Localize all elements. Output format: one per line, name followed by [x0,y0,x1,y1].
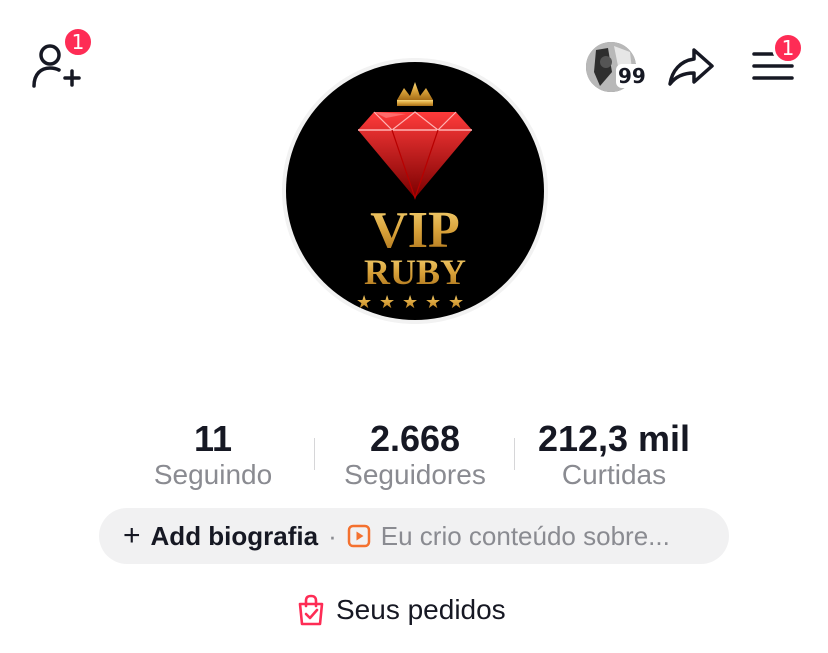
likes-label: Curtidas [561,459,667,490]
profile-stats: 11 Seguindo 2.668 Seguidores 212,3 mil C… [130,420,698,492]
svg-text:★: ★ [448,292,464,313]
plus-icon: + [123,519,141,552]
crown-icon [397,82,433,106]
stat-divider [314,438,315,470]
ruby-gem-icon [358,111,472,200]
separator-dot: · [328,520,337,551]
add-friend-button[interactable]: 1 [30,26,94,90]
orders-label: Seus pedidos [336,594,506,625]
following-label: Seguindo [153,459,273,490]
play-icon [347,524,371,548]
bio-suggestion: Eu crio conteúdo sobre... [380,520,670,551]
add-bio-label: Add biografia [150,520,319,551]
avatar-image: VIP RUBY ★ ★ ★ ★ ★ [286,62,544,320]
notification-badge: 1 [772,32,804,64]
svg-text:★: ★ [425,292,441,313]
share-button[interactable] [666,44,716,90]
svg-text:★: ★ [356,292,372,313]
likes-stat[interactable]: 212,3 mil Curtidas [530,420,698,492]
logo-vip-text: VIP [370,202,460,259]
likes-count: 212,3 mil [537,418,691,459]
followers-stat[interactable]: 2.668 Seguidores [326,420,504,492]
logo-ruby-text: RUBY [364,252,466,292]
profile-avatar[interactable]: VIP RUBY ★ ★ ★ ★ ★ [282,58,548,324]
shopping-bag-icon [298,594,324,626]
svg-text:★: ★ [402,292,418,313]
followers-label: Seguidores [344,459,486,490]
stat-divider [514,438,515,470]
add-bio-button[interactable]: + Add biografia · Eu crio conteúdo sobre… [99,508,729,564]
following-stat[interactable]: 11 Seguindo [130,420,296,492]
svg-text:★: ★ [379,292,395,313]
rating-stars: ★ ★ ★ ★ ★ [356,292,464,313]
following-count: 11 [193,418,233,459]
profile-views-button[interactable]: 99 [586,42,652,92]
share-icon [668,48,714,86]
views-count: 99 [616,64,648,88]
followers-count: 2.668 [369,418,461,459]
menu-button[interactable]: 1 [752,32,804,84]
notification-badge: 1 [62,26,94,58]
orders-button[interactable]: Seus pedidos [296,592,506,628]
